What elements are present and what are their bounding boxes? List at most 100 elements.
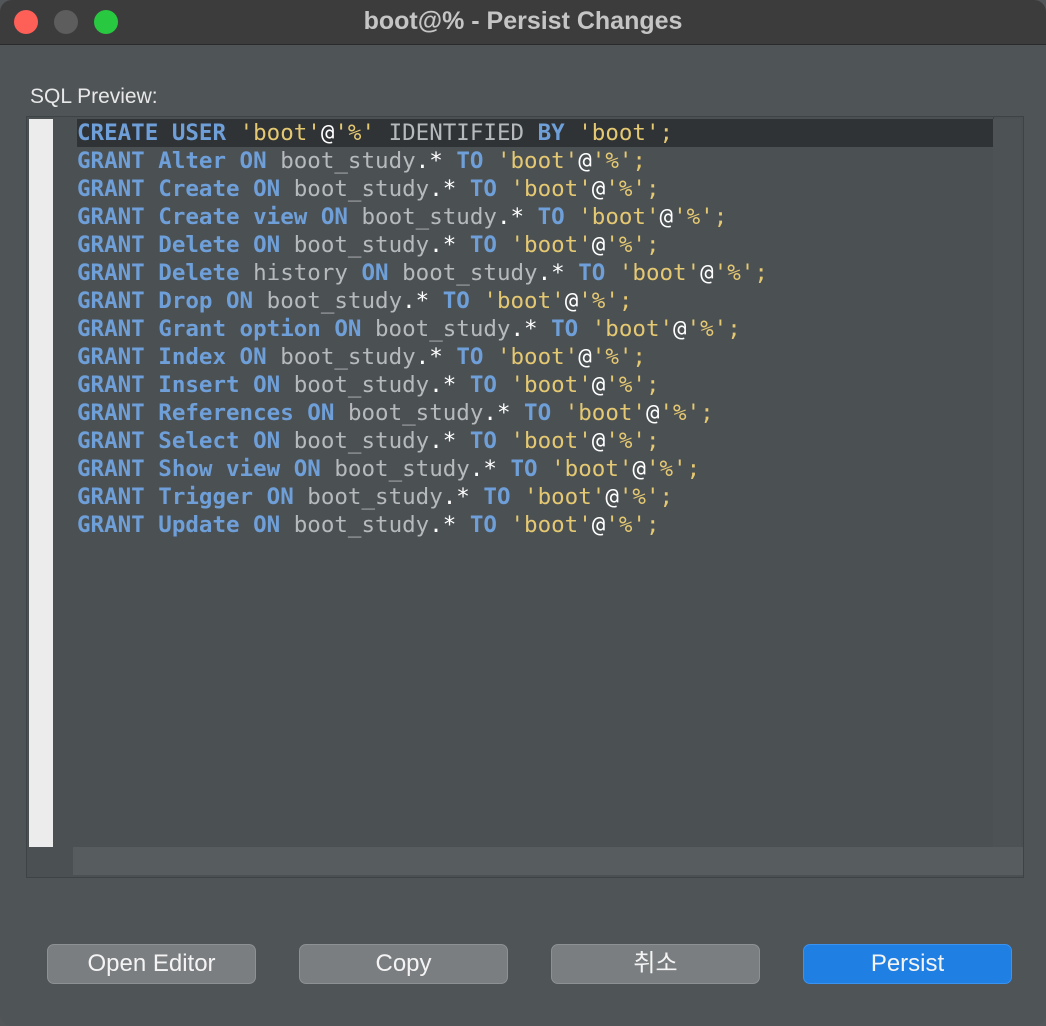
sql-token: IDENTIFIED: [375, 120, 538, 146]
sql-token: TO: [483, 484, 525, 510]
sql-token: .*: [537, 260, 579, 286]
sql-token: TO: [442, 288, 484, 314]
sql-token: 'boot': [510, 372, 592, 398]
sql-token: boot_study: [293, 232, 430, 258]
sql-token: boot_study: [280, 344, 416, 370]
sql-line: GRANT Select ON boot_study.* TO 'boot'@'…: [77, 427, 993, 455]
sql-token: 'boot': [496, 148, 579, 174]
sql-token: @: [645, 400, 660, 426]
copy-button[interactable]: Copy: [299, 944, 508, 984]
open-editor-button[interactable]: Open Editor: [47, 944, 256, 984]
sql-token: '%';: [645, 456, 701, 482]
sql-token: @: [673, 316, 687, 342]
sql-token: boot_study: [334, 456, 470, 482]
vertical-scrollbar[interactable]: [993, 119, 1021, 847]
sql-token: GRANT Show view ON: [77, 456, 335, 482]
sql-token: GRANT Grant option ON: [77, 316, 376, 342]
sql-token: .*: [469, 456, 511, 482]
sql-line: GRANT Alter ON boot_study.* TO 'boot'@'%…: [77, 147, 993, 175]
sql-token: boot_study: [293, 372, 430, 398]
sql-token: boot_study: [293, 176, 430, 202]
sql-token: '%';: [686, 316, 741, 342]
sql-token: @: [591, 372, 606, 398]
sql-token: GRANT Delete ON: [77, 232, 294, 258]
sql-line: GRANT Index ON boot_study.* TO 'boot'@'%…: [77, 343, 993, 371]
sql-token: '%';: [578, 288, 633, 314]
sql-token: 'boot': [510, 428, 592, 454]
sql-line: GRANT Create view ON boot_study.* TO 'bo…: [77, 203, 993, 231]
sql-token: .*: [415, 148, 457, 174]
sql-token: boot_study: [293, 512, 430, 538]
sql-token: TO: [456, 344, 497, 370]
sql-line: GRANT References ON boot_study.* TO 'boo…: [77, 399, 993, 427]
sql-token: 'boot': [510, 512, 592, 538]
sql-code-area[interactable]: CREATE USER 'boot'@'%' IDENTIFIED BY 'bo…: [75, 117, 994, 847]
sql-token: @: [320, 120, 335, 146]
sql-token: boot_study: [347, 400, 484, 426]
sql-token: boot_study: [266, 288, 403, 314]
sql-token: TO: [537, 204, 579, 230]
sql-token: .*: [429, 372, 470, 398]
sql-token: GRANT Alter ON: [77, 148, 281, 174]
sql-token: @: [700, 260, 714, 286]
sql-token: '%';: [605, 232, 660, 258]
sql-token: GRANT Delete: [77, 260, 254, 286]
sql-token: TO: [469, 232, 511, 258]
sql-token: '%';: [591, 344, 646, 370]
sql-token: BY: [537, 120, 579, 146]
sql-token: GRANT Trigger ON: [77, 484, 308, 510]
sql-token: boot_study: [375, 316, 511, 342]
sql-token: TO: [456, 148, 497, 174]
sql-token: TO: [469, 176, 511, 202]
line-gutter: [29, 119, 53, 847]
sql-token: TO: [578, 260, 619, 286]
sql-token: GRANT Update ON: [77, 512, 294, 538]
sql-line: GRANT Create ON boot_study.* TO 'boot'@'…: [77, 175, 993, 203]
sql-token: @: [578, 148, 592, 174]
sql-token: 'boot': [510, 232, 592, 258]
sql-token: 'boot': [483, 288, 565, 314]
sql-line: GRANT Grant option ON boot_study.* TO 'b…: [77, 315, 993, 343]
sql-token: .*: [429, 232, 470, 258]
sql-token: .*: [415, 344, 457, 370]
sql-token: GRANT Index ON: [77, 344, 281, 370]
persist-changes-window: boot@% - Persist Changes SQL Preview: CR…: [0, 0, 1046, 1026]
sql-token: '%';: [673, 204, 728, 230]
sql-token: .*: [442, 484, 484, 510]
sql-token: TO: [469, 428, 511, 454]
sql-token: CREATE USER: [77, 120, 240, 146]
persist-button[interactable]: Persist: [803, 944, 1012, 984]
sql-token: 'boot': [564, 400, 646, 426]
sql-token: GRANT References ON: [77, 400, 348, 426]
sql-token: .*: [496, 204, 538, 230]
sql-line: GRANT Delete history ON boot_study.* TO …: [77, 259, 993, 287]
sql-line: GRANT Update ON boot_study.* TO 'boot'@'…: [77, 511, 993, 539]
sql-token: boot_study: [280, 148, 416, 174]
sql-preview-editor[interactable]: CREATE USER 'boot'@'%' IDENTIFIED BY 'bo…: [26, 116, 1024, 878]
sql-token: boot_study: [361, 204, 497, 230]
sql-token: @: [591, 232, 606, 258]
sql-token: @: [605, 484, 619, 510]
sql-token: 'boot': [524, 484, 606, 510]
sql-token: history: [253, 260, 362, 286]
sql-token: 'boot': [510, 176, 592, 202]
sql-token: boot_study: [307, 484, 443, 510]
window-title: boot@% - Persist Changes: [363, 7, 683, 35]
sql-token: '%';: [591, 148, 646, 174]
cancel-button[interactable]: 취소: [551, 944, 760, 984]
sql-token: .*: [402, 288, 443, 314]
sql-token: TO: [551, 316, 592, 342]
sql-token: 'boot';: [578, 120, 674, 146]
horizontal-scrollbar[interactable]: [73, 847, 1023, 875]
sql-token: 'boot': [618, 260, 701, 286]
sql-token: @: [632, 456, 646, 482]
sql-token: GRANT Select ON: [77, 428, 294, 454]
sql-token: .*: [429, 428, 470, 454]
sql-line: CREATE USER 'boot'@'%' IDENTIFIED BY 'bo…: [77, 119, 993, 147]
sql-token: .*: [429, 176, 470, 202]
sql-token: @: [578, 344, 592, 370]
sql-token: @: [659, 204, 674, 230]
sql-token: boot_study: [293, 428, 430, 454]
sql-line: GRANT Show view ON boot_study.* TO 'boot…: [77, 455, 993, 483]
sql-token: TO: [510, 456, 552, 482]
